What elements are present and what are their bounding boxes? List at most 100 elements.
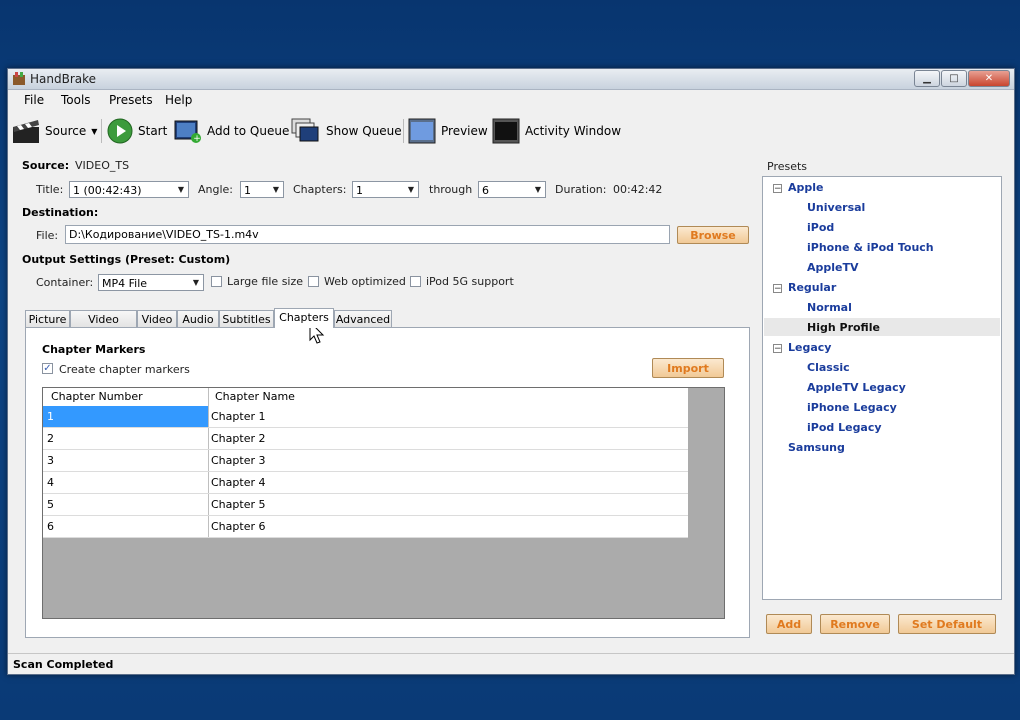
column-header-chapter-number[interactable]: Chapter Number <box>51 390 143 403</box>
table-row[interactable]: 2 Chapter 2 <box>43 428 688 450</box>
set-default-button[interactable]: Set Default <box>898 614 996 634</box>
activity-window-button[interactable]: Activity Window <box>492 117 621 145</box>
chapter-number-cell[interactable]: 1 <box>47 410 54 423</box>
chapters-to-select[interactable]: 6 ▼ <box>478 181 546 198</box>
source-value: VIDEO_TS <box>75 159 130 172</box>
column-divider <box>208 472 209 493</box>
menu-file[interactable]: File <box>24 93 44 107</box>
chapter-number-cell[interactable]: 3 <box>47 454 54 467</box>
browse-button[interactable]: Browse <box>677 226 749 244</box>
chapter-markers-heading: Chapter Markers <box>42 343 146 356</box>
preview-label: Preview <box>441 124 488 138</box>
preset-item-iphone-legacy[interactable]: iPhone Legacy <box>807 401 897 414</box>
table-row[interactable]: 1 Chapter 1 <box>43 406 688 428</box>
preview-button[interactable]: Preview <box>408 117 488 145</box>
column-divider <box>208 428 209 449</box>
preset-category-regular[interactable]: Regular <box>788 281 836 294</box>
chapter-name-cell[interactable]: Chapter 1 <box>211 410 265 423</box>
source-button[interactable]: Source ▼ <box>12 117 97 145</box>
tab-subtitles[interactable]: Subtitles <box>219 310 274 327</box>
tab-audio[interactable]: Audio <box>177 310 219 327</box>
tab-chapters[interactable]: Chapters <box>274 308 334 328</box>
show-queue-label: Show Queue <box>326 124 402 138</box>
web-optimized-checkbox[interactable] <box>308 276 319 287</box>
collapse-toggle-icon[interactable]: − <box>773 184 782 194</box>
tab-video-filters[interactable]: Video Filters <box>70 310 137 343</box>
preset-item-classic[interactable]: Classic <box>807 361 850 374</box>
web-optimized-label: Web optimized <box>324 275 406 288</box>
container-label: Container: <box>36 276 94 289</box>
preset-item-appletv-legacy[interactable]: AppleTV Legacy <box>807 381 906 394</box>
create-chapter-markers-checkbox[interactable]: ✓ <box>42 363 53 374</box>
container-select[interactable]: MP4 File ▼ <box>98 274 204 291</box>
destination-heading: Destination: <box>22 206 99 219</box>
ipod-support-checkbox[interactable] <box>410 276 421 287</box>
table-row[interactable]: 3 Chapter 3 <box>43 450 688 472</box>
chapters-from-select[interactable]: 1 ▼ <box>352 181 419 198</box>
handbrake-window: HandBrake ▁ □ ✕ File Tools Presets Help … <box>7 68 1015 675</box>
column-divider <box>208 516 209 537</box>
minimize-button[interactable]: ▁ <box>914 70 940 87</box>
table-row[interactable]: 6 Chapter 6 <box>43 516 688 538</box>
add-to-queue-button[interactable]: + Add to Queue <box>174 117 289 145</box>
preset-category-samsung[interactable]: Samsung <box>788 441 845 454</box>
chapter-name-cell[interactable]: Chapter 3 <box>211 454 265 467</box>
preset-item-appletv[interactable]: AppleTV <box>807 261 859 274</box>
add-preset-button[interactable]: Add <box>766 614 812 634</box>
column-divider <box>208 494 209 515</box>
column-divider <box>208 388 209 406</box>
chapter-number-cell[interactable]: 2 <box>47 432 54 445</box>
preset-item-universal[interactable]: Universal <box>807 201 865 214</box>
angle-select-value: 1 <box>244 184 251 197</box>
close-button[interactable]: ✕ <box>968 70 1010 87</box>
collapse-toggle-icon[interactable]: − <box>773 284 782 294</box>
large-file-checkbox[interactable] <box>211 276 222 287</box>
maximize-button[interactable]: □ <box>941 70 967 87</box>
large-file-label: Large file size <box>227 275 304 288</box>
svg-text:+: + <box>193 134 201 144</box>
add-to-queue-icon: + <box>174 120 201 144</box>
menu-tools[interactable]: Tools <box>61 93 91 107</box>
destination-file-input[interactable]: D:\Кодирование\VIDEO_TS-1.m4v <box>65 225 670 244</box>
preset-item-ipod-legacy[interactable]: iPod Legacy <box>807 421 882 434</box>
preset-item-ipod[interactable]: iPod <box>807 221 834 234</box>
show-queue-button[interactable]: Show Queue <box>291 117 402 145</box>
preset-item-high-profile[interactable]: High Profile <box>807 321 880 334</box>
collapse-toggle-icon[interactable]: − <box>773 344 782 354</box>
duration-value: 00:42:42 <box>613 183 663 196</box>
remove-preset-button[interactable]: Remove <box>820 614 890 634</box>
chapter-name-cell[interactable]: Chapter 6 <box>211 520 265 533</box>
chapters-label: Chapters: <box>293 183 347 196</box>
chevron-down-icon: ▼ <box>91 126 98 136</box>
title-select[interactable]: 1 (00:42:43) ▼ <box>69 181 189 198</box>
table-row[interactable]: 5 Chapter 5 <box>43 494 688 516</box>
chapters-table[interactable]: Chapter Number Chapter Name 1 Chapter 1 … <box>42 387 725 619</box>
preset-item-iphone-ipod-touch[interactable]: iPhone & iPod Touch <box>807 241 934 254</box>
column-header-chapter-name[interactable]: Chapter Name <box>215 390 295 403</box>
chevron-down-icon: ▼ <box>177 185 185 194</box>
source-label: Source <box>45 124 87 138</box>
ipod-support-label: iPod 5G support <box>426 275 514 288</box>
angle-select[interactable]: 1 ▼ <box>240 181 284 198</box>
terminal-icon <box>492 118 520 144</box>
title-bar[interactable]: HandBrake ▁ □ ✕ <box>8 69 1014 90</box>
tab-picture[interactable]: Picture <box>25 310 70 327</box>
title-label: Title: <box>36 183 64 196</box>
chapter-name-cell[interactable]: Chapter 5 <box>211 498 265 511</box>
chapter-name-cell[interactable]: Chapter 4 <box>211 476 265 489</box>
table-row[interactable]: 4 Chapter 4 <box>43 472 688 494</box>
start-button[interactable]: Start <box>107 117 167 145</box>
menu-help[interactable]: Help <box>165 93 192 107</box>
preset-category-apple[interactable]: Apple <box>788 181 824 194</box>
preset-item-normal[interactable]: Normal <box>807 301 852 314</box>
source-heading: Source: <box>22 159 70 172</box>
chapter-number-cell[interactable]: 4 <box>47 476 54 489</box>
import-button[interactable]: Import <box>652 358 724 378</box>
menu-presets[interactable]: Presets <box>109 93 153 107</box>
chapter-name-cell[interactable]: Chapter 2 <box>211 432 265 445</box>
chapter-number-cell[interactable]: 5 <box>47 498 54 511</box>
chapter-number-cell[interactable]: 6 <box>47 520 54 533</box>
tab-video[interactable]: Video <box>137 310 177 327</box>
preset-category-legacy[interactable]: Legacy <box>788 341 831 354</box>
tab-advanced[interactable]: Advanced <box>334 310 392 327</box>
